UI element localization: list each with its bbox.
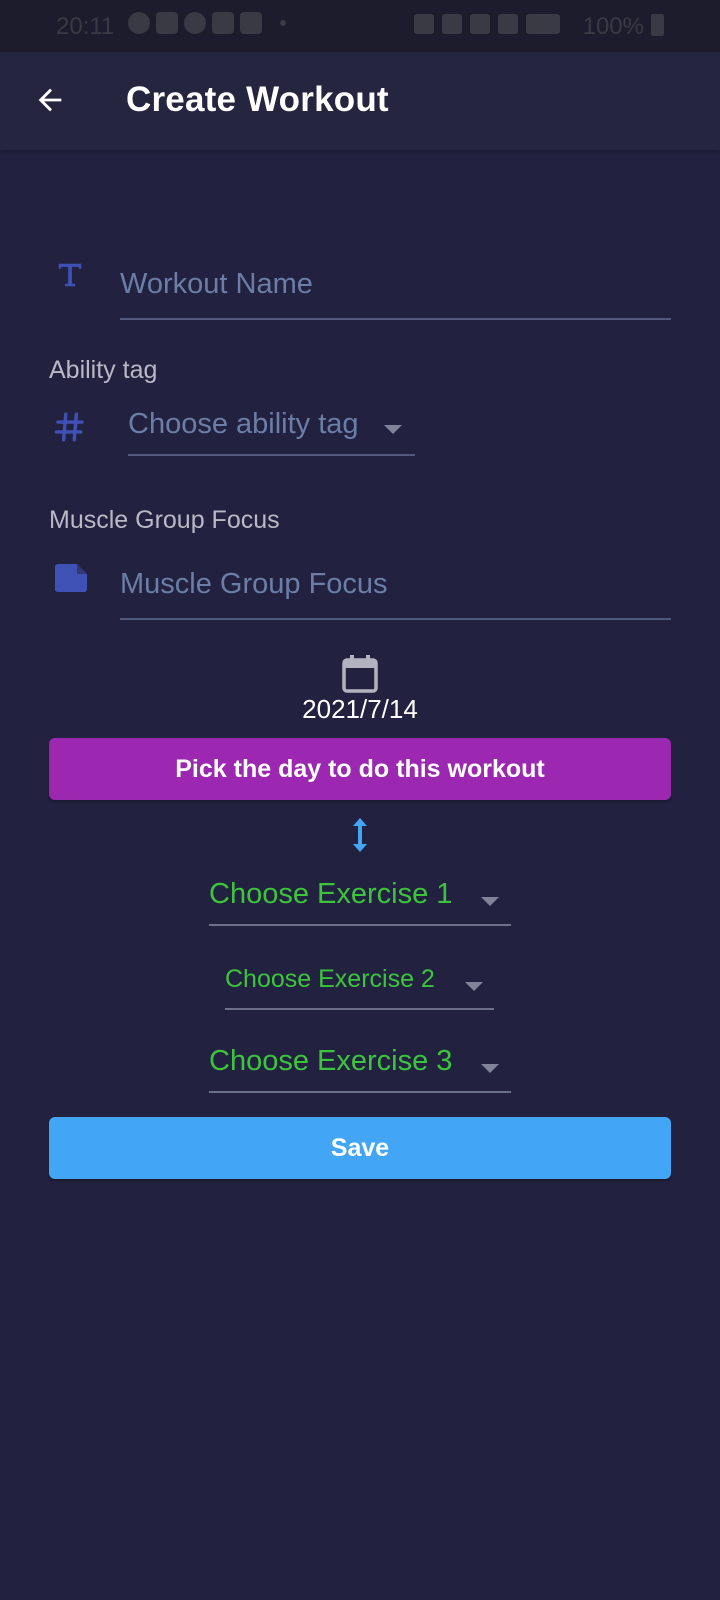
chevron-down-icon [481, 1064, 499, 1073]
more-notifications-icon [280, 20, 286, 26]
ability-tag-value: Choose ability tag [128, 408, 359, 440]
exercise-3-dropdown[interactable]: Choose Exercise 3 [209, 1043, 511, 1093]
teams-icon [156, 12, 178, 34]
back-button[interactable] [24, 74, 76, 126]
calendar-icon[interactable] [341, 654, 379, 694]
ability-tag-label: Ability tag [49, 356, 158, 384]
selected-date: 2021/7/14 [302, 694, 418, 724]
muscle-group-label: Muscle Group Focus [49, 506, 280, 534]
wifi-icon [498, 14, 518, 34]
page-title: Create Workout [126, 80, 389, 119]
status-bar: 20:11 100% [0, 0, 720, 52]
workout-name-field[interactable] [120, 250, 671, 320]
create-workout-screen: 20:11 100% Create Workout Workout Name A… [0, 0, 720, 1600]
chevron-down-icon [465, 982, 483, 991]
person-icon [240, 12, 262, 34]
mute-icon [470, 14, 490, 34]
text-fields-icon [58, 263, 82, 287]
exercise-2-value: Choose Exercise 2 [225, 965, 435, 993]
app-bar: Create Workout [0, 52, 720, 150]
muscle-group-input[interactable] [120, 550, 671, 618]
system-icons [414, 14, 560, 34]
battery-icon [651, 14, 664, 36]
key-icon [414, 14, 434, 34]
hashtag-icon [54, 412, 84, 442]
workout-name-input[interactable] [120, 250, 671, 318]
battery-saver-icon [442, 14, 462, 34]
exercise-1-dropdown[interactable]: Choose Exercise 1 [209, 876, 511, 926]
ability-tag-dropdown[interactable]: Choose ability tag [128, 404, 415, 456]
exercise-1-value: Choose Exercise 1 [209, 878, 453, 910]
swap-vertical-icon[interactable] [349, 816, 371, 854]
chevron-down-icon [384, 425, 402, 434]
whatsapp-icon [128, 12, 150, 34]
exercise-3-value: Choose Exercise 3 [209, 1045, 453, 1077]
note-icon [55, 564, 87, 592]
arrow-left-icon [38, 88, 62, 112]
battery-percent: 100% [582, 13, 644, 40]
notification-icons [128, 12, 286, 34]
status-time: 20:11 [56, 13, 115, 40]
exercise-2-dropdown[interactable]: Choose Exercise 2 [225, 964, 494, 1010]
account-icon [184, 12, 206, 34]
chevron-down-icon [481, 897, 499, 906]
save-button[interactable]: Save [49, 1117, 671, 1179]
app-icon [212, 12, 234, 34]
pick-day-button[interactable]: Pick the day to do this workout [49, 738, 671, 800]
muscle-group-field[interactable] [120, 550, 671, 620]
lte-signal-icon [526, 14, 560, 34]
